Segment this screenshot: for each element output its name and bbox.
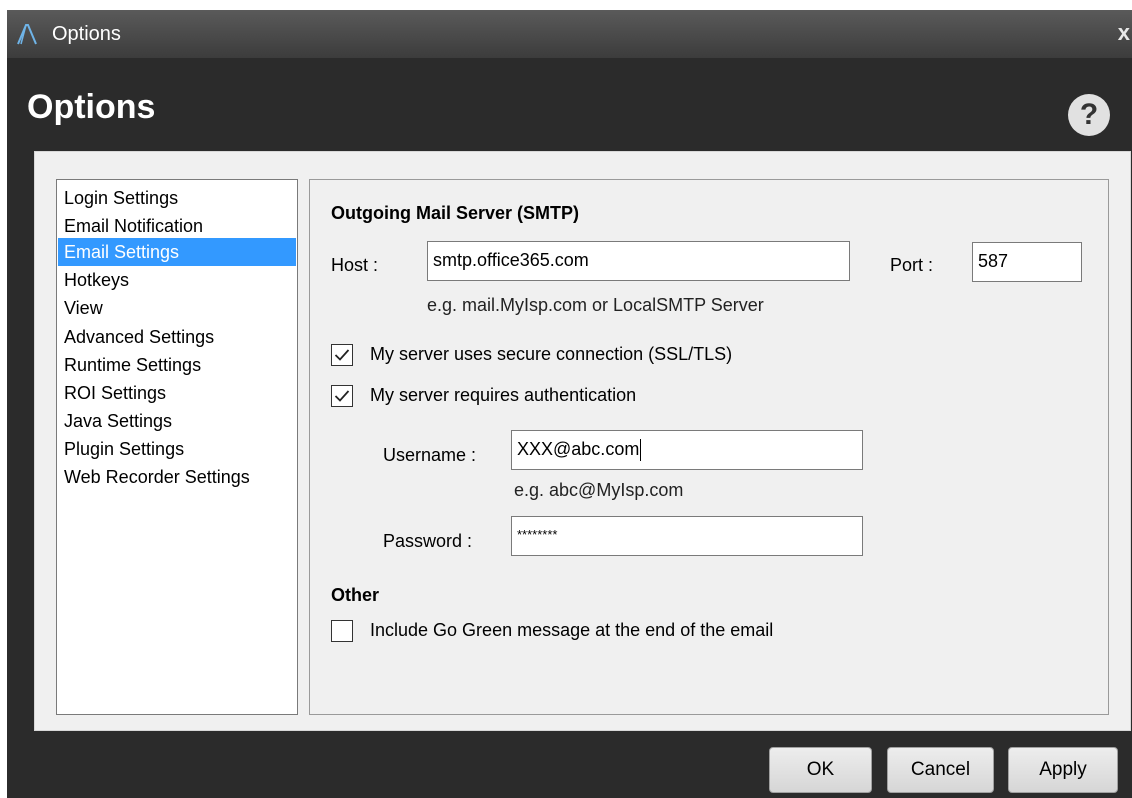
apply-button[interactable]: Apply (1008, 747, 1118, 793)
checkmark-icon (334, 349, 350, 361)
port-input[interactable]: 587 (972, 242, 1082, 282)
ssl-checkbox[interactable] (331, 344, 353, 366)
app-logo-icon (17, 24, 37, 45)
username-hint: e.g. abc@MyIsp.com (514, 480, 684, 500)
nav-item-web-recorder-settings[interactable]: Web Recorder Settings (58, 463, 296, 491)
username-label: Username : (383, 445, 477, 465)
other-section-heading: Other (331, 585, 380, 605)
host-hint: e.g. mail.MyIsp.com or LocalSMTP Server (427, 295, 764, 315)
window-title: Options (52, 23, 121, 45)
go-green-checkbox-label[interactable]: Include Go Green message at the end of t… (370, 620, 773, 641)
text-caret (640, 439, 642, 462)
nav-item-view[interactable]: View (58, 294, 296, 322)
nav-item-roi-settings[interactable]: ROI Settings (58, 379, 296, 407)
host-input[interactable]: smtp.office365.com (427, 241, 850, 281)
nav-item-plugin-settings[interactable]: Plugin Settings (58, 435, 296, 463)
port-label: Port : (890, 255, 934, 275)
nav-item-advanced-settings[interactable]: Advanced Settings (58, 323, 296, 351)
help-icon[interactable]: ? (1068, 94, 1110, 136)
checkmark-icon (334, 390, 350, 402)
nav-item-hotkeys[interactable]: Hotkeys (58, 266, 296, 294)
email-settings-panel: Outgoing Mail Server (SMTP) Host : smtp.… (309, 179, 1109, 715)
settings-category-list[interactable]: Login Settings Email Notification Email … (56, 179, 298, 715)
username-value: XXX@abc.com (517, 439, 640, 459)
page-title: Options (27, 88, 156, 126)
auth-checkbox-label[interactable]: My server requires authentication (370, 385, 636, 406)
nav-item-email-settings[interactable]: Email Settings (58, 238, 296, 266)
ok-button[interactable]: OK (769, 747, 872, 793)
nav-item-login-settings[interactable]: Login Settings (58, 184, 296, 212)
username-input[interactable]: XXX@abc.com (511, 430, 863, 470)
password-input[interactable]: ******** (511, 516, 863, 556)
auth-checkbox[interactable] (331, 385, 353, 407)
cancel-button[interactable]: Cancel (887, 747, 994, 793)
title-bar[interactable]: Options x (7, 10, 1132, 58)
nav-item-email-notification[interactable]: Email Notification (58, 212, 296, 240)
nav-item-runtime-settings[interactable]: Runtime Settings (58, 351, 296, 379)
ssl-checkbox-label[interactable]: My server uses secure connection (SSL/TL… (370, 344, 732, 365)
host-label: Host : (331, 255, 379, 275)
close-icon[interactable]: x (1118, 20, 1130, 46)
smtp-section-heading: Outgoing Mail Server (SMTP) (331, 203, 580, 223)
go-green-checkbox[interactable] (331, 620, 353, 642)
password-label: Password : (383, 531, 473, 551)
nav-item-java-settings[interactable]: Java Settings (58, 407, 296, 435)
options-window: Options x Options ? Login Settings Email… (7, 10, 1132, 798)
content-area: Login Settings Email Notification Email … (34, 151, 1131, 731)
